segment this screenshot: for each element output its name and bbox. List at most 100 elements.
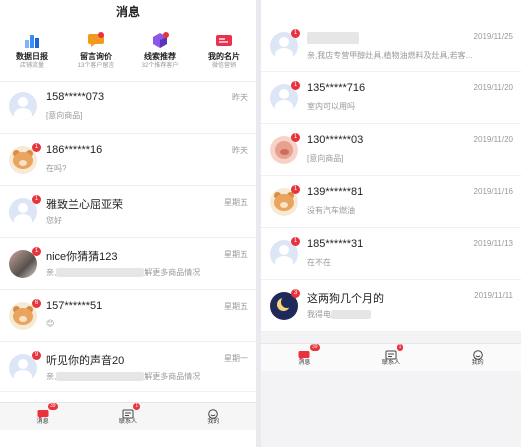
message-time: 星期五 [224, 198, 248, 207]
preview-start: 我得电 [307, 310, 331, 319]
message-time: 昨天 [232, 146, 248, 155]
avatar [9, 92, 37, 120]
message-preview: 亲,我店专营甲醇灶具,植物油燃料及灶具,若客... [307, 51, 473, 60]
conversation-row[interactable]: 1 130******03 2019/11/20 [意向商品] [261, 124, 521, 176]
card-icon [215, 32, 233, 48]
smile-icon [207, 406, 219, 419]
tab-messages[interactable]: 39 消息 [261, 344, 348, 371]
tool-title: 数据日报 [16, 52, 48, 61]
message-preview: 亲, 解更多商品情况 [46, 371, 200, 382]
contact-name: 158*****073 [46, 91, 105, 103]
message-time: 星期五 [224, 302, 248, 311]
unread-badge: 1 [291, 237, 300, 246]
tab-me[interactable]: 我的 [171, 403, 256, 430]
message-time: 2019/11/20 [473, 83, 513, 92]
unread-badge: 1 [32, 247, 41, 256]
redacted-text [56, 372, 145, 382]
contact-name: 185******31 [307, 238, 364, 250]
message-preview: [意向商品] [46, 111, 83, 120]
unread-badge: 9 [32, 351, 41, 360]
unread-badge: 1 [291, 133, 300, 142]
preview-end: 解更多商品情况 [144, 372, 201, 381]
conversation-row[interactable]: 158*****073 昨天 [意向商品] [0, 82, 256, 134]
tab-badge: 1 [396, 344, 404, 351]
unread-badge: 1 [291, 81, 300, 90]
top-spacer [261, 0, 521, 22]
conversation-row[interactable]: 1 nice你猜猜123 星期五 亲, 解更多商品情况 [0, 238, 256, 290]
tool-subtitle: 13个客户留言 [77, 63, 115, 69]
tab-contacts[interactable]: 1 联系人 [348, 344, 435, 371]
contact-name: 130******03 [307, 134, 364, 146]
cube-icon [151, 32, 169, 48]
conversation-row[interactable]: 1 186******16 昨天 在吗? [0, 134, 256, 186]
unread-badge: 1 [291, 29, 300, 38]
unread-badge: 1 [291, 185, 300, 194]
contact-name: 听见你的声音20 [46, 355, 125, 367]
unread-badge: 6 [32, 299, 41, 308]
message-time: 昨天 [232, 93, 248, 102]
redacted-text [331, 310, 371, 320]
conversation-row[interactable]: 1 139******81 2019/11/16 没有汽车燃油 [261, 176, 521, 228]
tab-bar: 39 消息 1 联系人 我的 [261, 343, 521, 371]
left-screen: 消息 数据日报 店铺流量 留言询价 13个客户留言 线索推荐 32个推荐客户 我… [0, 0, 256, 447]
quick-tools: 数据日报 店铺流量 留言询价 13个客户留言 线索推荐 32个推荐客户 我的名片… [0, 26, 256, 82]
conversation-row[interactable]: 1 2019/11/25 亲,我店专营甲醇灶具,植物油燃料及灶具,若客... [261, 22, 521, 72]
contact-name: 雅致兰心屈亚荣 [46, 199, 123, 211]
message-time: 2019/11/11 [474, 291, 513, 300]
smile-icon [472, 347, 484, 360]
message-preview: 在吗? [46, 164, 67, 173]
tool-inquiry[interactable]: 留言询价 13个客户留言 [64, 26, 128, 81]
tool-subtitle: 32个推荐客户 [141, 63, 179, 69]
right-screen: 1 2019/11/25 亲,我店专营甲醇灶具,植物油燃料及灶具,若客... 1… [261, 0, 521, 447]
preview-start: 亲, [46, 372, 57, 381]
message-preview: 您好 [46, 216, 62, 225]
message-time: 2019/11/16 [473, 187, 513, 196]
conversation-row[interactable]: 1 135*****716 2019/11/20 室内可以用吗 [261, 72, 521, 124]
message-preview: 我得电 [307, 309, 371, 320]
contacts-icon [122, 406, 134, 419]
bar-chart-icon [23, 32, 41, 48]
redacted-text [56, 268, 145, 278]
message-time: 星期五 [224, 250, 248, 259]
message-preview: 在不在 [307, 258, 331, 267]
message-time: 2019/11/25 [473, 32, 513, 41]
tool-leads[interactable]: 线索推荐 32个推荐客户 [128, 26, 192, 81]
unread-badge: 1 [32, 195, 41, 204]
tool-business-card[interactable]: 我的名片 微信营销 [192, 26, 256, 81]
tool-title: 线索推荐 [144, 52, 176, 61]
message-time: 2019/11/13 [473, 239, 513, 248]
conversation-row[interactable]: 1 雅致兰心屈亚荣 星期五 您好 [0, 186, 256, 238]
contact-name: nice你猜猜123 [46, 251, 118, 263]
contact-name: 139******81 [307, 186, 364, 198]
contacts-icon [385, 347, 397, 360]
contact-name: 这两狗几个月的 [307, 293, 384, 305]
tab-contacts[interactable]: 1 联系人 [85, 403, 170, 430]
tab-bar: 39 消息 1 联系人 我的 [0, 402, 256, 430]
tool-title: 我的名片 [208, 52, 240, 61]
conversation-row[interactable]: 6 157******51 星期五 😊 [0, 290, 256, 342]
tab-messages[interactable]: 39 消息 [0, 403, 85, 430]
tab-badge: 1 [133, 403, 141, 410]
conversation-row[interactable]: 9 听见你的声音20 星期一 亲, 解更多商品情况 [0, 342, 256, 392]
unread-badge: 1 [32, 143, 41, 152]
preview-end: 解更多商品情况 [144, 268, 201, 277]
contact-name: 157******51 [46, 300, 103, 312]
message-preview: 亲, 解更多商品情况 [46, 267, 200, 278]
message-icon [87, 32, 105, 48]
tab-badge: 39 [310, 344, 320, 351]
message-preview: [意向商品] [307, 154, 344, 163]
chat-icon [298, 347, 310, 360]
conversation-row[interactable]: 1 185******31 2019/11/13 在不在 [261, 228, 521, 280]
tab-me[interactable]: 我的 [434, 344, 521, 371]
contact-name: 186******16 [46, 144, 103, 156]
conversation-row[interactable]: 3 这两狗几个月的 2019/11/11 我得电 [261, 280, 521, 332]
unread-badge: 3 [291, 289, 300, 298]
page-title: 消息 [0, 0, 256, 26]
chat-icon [37, 406, 49, 419]
message-preview: 😊 [46, 319, 55, 328]
tool-title: 留言询价 [80, 52, 112, 61]
message-preview: 室内可以用吗 [307, 102, 355, 111]
tool-data-report[interactable]: 数据日报 店铺流量 [0, 26, 64, 81]
tool-subtitle: 微信营销 [211, 63, 236, 69]
preview-start: 亲, [46, 268, 57, 277]
